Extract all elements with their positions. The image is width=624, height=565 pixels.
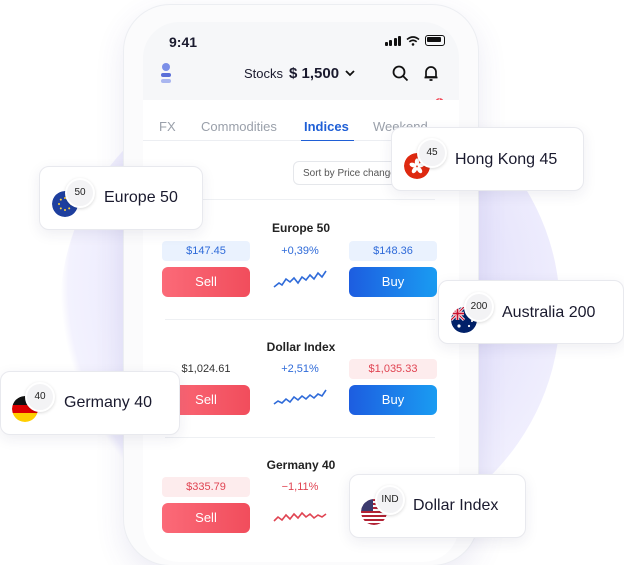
- floating-card-australia-200: 200 Australia 200: [438, 280, 624, 344]
- wifi-icon: [406, 35, 420, 46]
- price-change: +0,39%: [281, 245, 319, 257]
- top-bar: Stocks $ 1,500 1: [143, 60, 459, 107]
- buy-price: $148.36: [349, 241, 437, 261]
- index-badge: IND: [375, 485, 405, 515]
- index-badge: 50: [65, 178, 95, 208]
- instrument-title: Dollar Index: [266, 340, 336, 354]
- buy-button[interactable]: Buy: [349, 267, 437, 297]
- status-time: 9:41: [169, 34, 198, 50]
- price-change: −1,11%: [281, 481, 319, 493]
- account-type: Stocks: [244, 66, 284, 81]
- floating-card-dollar-index: IND Dollar Index: [349, 474, 526, 538]
- index-name: Europe 50: [104, 189, 178, 206]
- divider: [165, 319, 435, 320]
- tab-indices[interactable]: Indices: [304, 119, 349, 134]
- sparkline-up: [273, 270, 327, 288]
- status-icons: [384, 35, 445, 46]
- signal-icon: [384, 35, 401, 46]
- sell-price: $147.45: [162, 241, 250, 261]
- index-name: Hong Kong 45: [455, 151, 558, 168]
- tab-commodities[interactable]: Commodities: [201, 119, 277, 134]
- buy-price: $1,035.33: [349, 359, 437, 379]
- floating-card-europe-50: 50 Europe 50: [39, 166, 203, 230]
- buy-button[interactable]: Buy: [349, 385, 437, 415]
- app-logo-icon: [161, 63, 171, 83]
- sparkline-down: [273, 511, 327, 522]
- index-name: Germany 40: [64, 394, 153, 411]
- sparkline-up: [273, 389, 327, 405]
- chevron-down-icon: [345, 70, 355, 77]
- tab-fx[interactable]: FX: [159, 119, 176, 134]
- account-selector[interactable]: Stocks $ 1,500: [244, 65, 355, 82]
- instrument-title: Germany 40: [266, 458, 336, 472]
- price-change: +2,51%: [281, 363, 319, 375]
- index-badge: 40: [25, 382, 55, 412]
- divider: [165, 199, 435, 200]
- index-badge: 200: [464, 292, 494, 322]
- sell-button[interactable]: Sell: [162, 267, 250, 297]
- sell-button[interactable]: Sell: [162, 503, 250, 533]
- search-icon[interactable]: [392, 65, 409, 82]
- battery-icon: [425, 35, 445, 46]
- floating-card-germany-40: 40 Germany 40: [0, 371, 180, 435]
- index-badge: 45: [417, 138, 447, 168]
- index-name: Australia 200: [502, 304, 596, 321]
- divider: [165, 437, 435, 438]
- account-balance: $ 1,500: [289, 65, 340, 82]
- bell-icon[interactable]: [422, 64, 440, 82]
- index-name: Dollar Index: [413, 497, 499, 514]
- floating-card-hong-kong-45: 45 Hong Kong 45: [391, 127, 584, 191]
- sell-price: $335.79: [162, 477, 250, 497]
